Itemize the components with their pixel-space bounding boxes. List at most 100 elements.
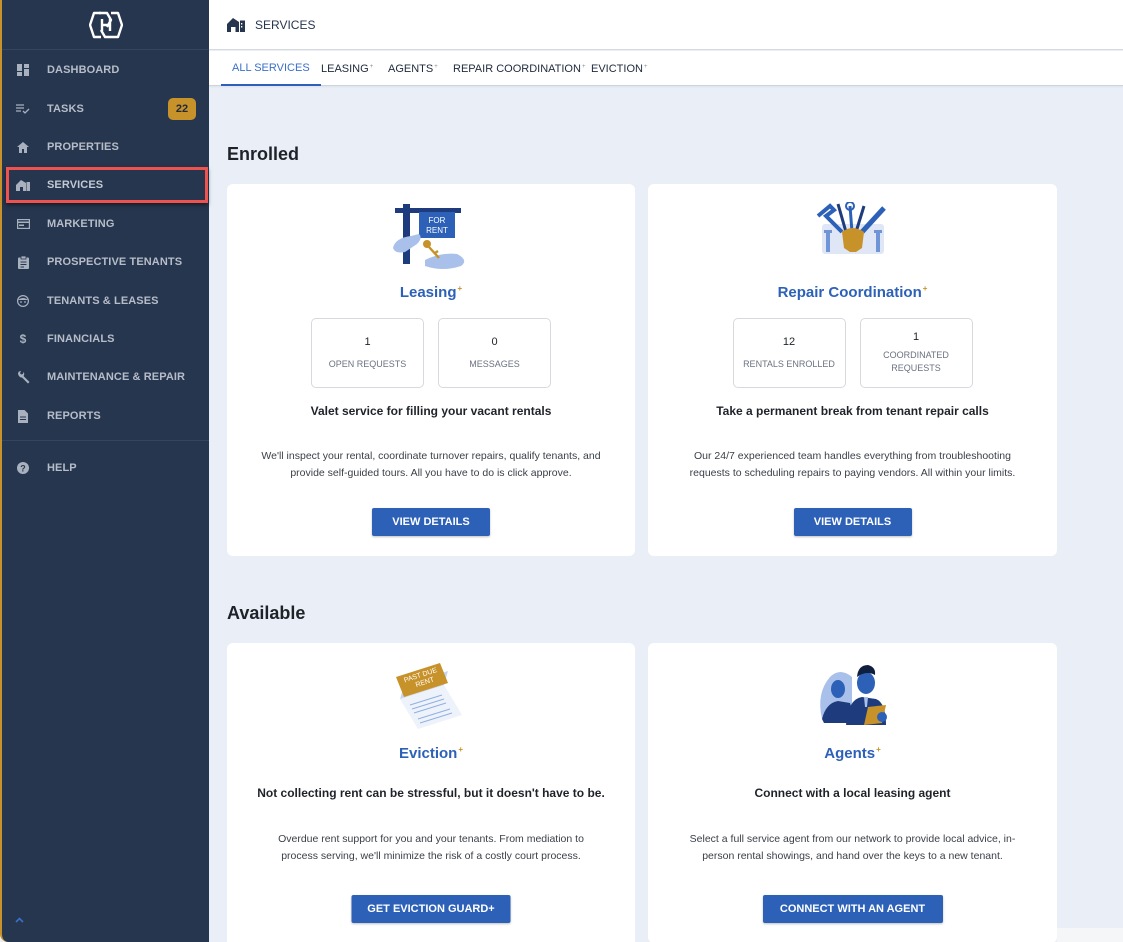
card-tagline: Not collecting rent can be stressful, bu… (257, 786, 605, 800)
marketing-icon (16, 217, 30, 231)
sidebar-item-label: PROSPECTIVE TENANTS (47, 256, 183, 268)
card-title[interactable]: Eviction+ (227, 745, 635, 762)
for-rent-sign-illustration: FOR RENT (393, 204, 465, 269)
tab-all-services[interactable]: ALL SERVICES (221, 51, 321, 86)
tasks-icon (16, 102, 30, 116)
sidebar-item-tenants-leases[interactable]: TENANTS & LEASES (2, 283, 209, 319)
sidebar-item-label: SERVICES (47, 179, 104, 191)
stat-label: MESSAGES (469, 358, 520, 369)
sidebar-item-properties[interactable]: PROPERTIES (2, 129, 209, 165)
plus-mark: + (581, 63, 586, 70)
plus-mark: + (922, 284, 928, 293)
card-title[interactable]: Agents+ (648, 745, 1057, 762)
card-title-text: Eviction (398, 745, 458, 762)
sidebar-item-label: PROPERTIES (47, 141, 119, 153)
stat-value: 12 (782, 335, 796, 348)
collapse-sidebar-chevron-up-icon[interactable] (15, 912, 24, 926)
stat-rentals-enrolled[interactable]: 12 RENTALS ENROLLED (732, 318, 846, 388)
plus-mark: + (434, 63, 438, 70)
tab-label: REPAIR COORDINATION (453, 62, 581, 75)
sidebar-divider (2, 440, 209, 441)
logo[interactable] (2, 0, 209, 50)
stat-messages[interactable]: 0 MESSAGES (438, 318, 551, 388)
tab-leasing[interactable]: LEASING + (321, 51, 373, 86)
card-tagline: Connect with a local leasing agent (754, 786, 951, 800)
card-tagline: Valet service for filling your vacant re… (310, 404, 552, 418)
stat-value: 0 (491, 335, 498, 348)
tenant-face-icon (16, 294, 30, 308)
stat-value: 1 (364, 335, 371, 348)
plus-mark: + (643, 63, 648, 70)
service-card-eviction: PAST DUE RENT Eviction+ Not collecting r… (227, 643, 635, 942)
sidebar-item-label: DASHBOARD (47, 64, 120, 76)
plus-mark: + (457, 284, 463, 293)
sidebar: DASHBOARD TASKS 22 PROPERTIES SERVICES M… (0, 0, 209, 942)
tab-label: EVICTION (591, 62, 643, 75)
page-bottom-strip (1057, 928, 1123, 942)
sidebar-item-services[interactable]: SERVICES (6, 167, 208, 203)
sidebar-item-maintenance-repair[interactable]: MAINTENANCE & REPAIR (2, 359, 209, 395)
dollar-icon: $ (19, 332, 27, 346)
tab-label: ALL SERVICES (232, 61, 310, 74)
stat-coordinated-requests[interactable]: 1 COORDINATED REQUESTS (859, 318, 973, 388)
card-title-text: Leasing (399, 284, 457, 301)
services-tabs: ALL SERVICES LEASING + AGENTS + REPAIR COO… (209, 51, 1123, 86)
plus-mark: + (369, 63, 374, 70)
tab-agents[interactable]: AGENTS + (388, 51, 438, 86)
sidebar-item-label: REPORTS (47, 410, 101, 422)
get-eviction-guard-button[interactable]: GET EVICTION GUARD+ (351, 895, 511, 923)
sidebar-item-label: MARKETING (47, 218, 115, 230)
stat-label: COORDINATED REQUESTS (883, 350, 949, 373)
section-title-available: Available (227, 603, 306, 623)
sidebar-item-label: MAINTENANCE & REPAIR (47, 371, 186, 383)
agents-illustration (819, 665, 887, 725)
dashboard-icon (16, 63, 30, 77)
tab-label: AGENTS (388, 62, 434, 75)
sidebar-item-dashboard[interactable]: DASHBOARD (2, 52, 209, 88)
stat-label: RENTALS ENROLLED (743, 358, 835, 369)
toolbox-illustration (816, 202, 886, 254)
sign-text-rent: RENT (426, 226, 448, 235)
page-header: SERVICES (209, 0, 1123, 50)
stat-open-requests[interactable]: 1 OPEN REQUESTS (311, 318, 424, 388)
sidebar-item-label: TASKS (47, 103, 84, 115)
tasks-count-badge: 22 (168, 98, 196, 120)
sidebar-item-label: HELP (47, 462, 77, 474)
past-due-rent-illustration: PAST DUE RENT (396, 663, 462, 729)
services-icon (16, 178, 30, 192)
page-title: SERVICES (255, 17, 316, 32)
plus-mark: + (876, 745, 881, 754)
home-icon (16, 140, 30, 154)
repair-view-details-button[interactable]: VIEW DETAILS (793, 508, 912, 536)
sidebar-item-marketing[interactable]: MARKETING (2, 206, 209, 242)
help-icon: ? (16, 461, 30, 475)
sidebar-item-financials[interactable]: $ FINANCIALS (2, 321, 209, 357)
card-description: We'll inspect your rental, coordinate tu… (261, 450, 601, 479)
service-card-agents: Agents+ Connect with a local leasing age… (648, 643, 1057, 942)
sign-text-for: FOR (429, 216, 446, 225)
service-card-leasing: FOR RENT Leasing+ 1 OPEN REQUESTS 0 MESS… (227, 184, 635, 556)
plus-mark: + (458, 745, 464, 754)
card-title[interactable]: Repair Coordination+ (648, 284, 1057, 301)
stats-row: 12 RENTALS ENROLLED 1 COORDINATED REQUES… (648, 318, 1057, 388)
leasing-view-details-button[interactable]: VIEW DETAILS (372, 508, 490, 536)
card-description: Overdue rent support for you and your te… (278, 833, 584, 862)
stat-value: 1 (912, 331, 920, 343)
card-title-text: Repair Coordination (777, 284, 922, 301)
sidebar-item-label: TENANTS & LEASES (47, 295, 159, 307)
sidebar-item-help[interactable]: ? HELP (2, 450, 209, 486)
tab-label: LEASING (321, 62, 369, 75)
sidebar-item-prospective-tenants[interactable]: PROSPECTIVE TENANTS (2, 244, 209, 280)
connect-with-agent-button[interactable]: CONNECT WITH AN AGENT (762, 895, 943, 923)
card-tagline: Take a permanent break from tenant repai… (716, 404, 989, 418)
wrench-icon (16, 370, 30, 384)
tab-repair-coordination[interactable]: REPAIR COORDINATION + (453, 51, 585, 86)
stats-row: 1 OPEN REQUESTS 0 MESSAGES (227, 318, 635, 388)
sidebar-item-reports[interactable]: REPORTS (2, 398, 209, 434)
card-title-text: Agents (824, 745, 876, 762)
card-title[interactable]: Leasing+ (227, 284, 635, 301)
service-card-repair-coordination: Repair Coordination+ 12 RENTALS ENROLLED… (648, 184, 1057, 556)
sidebar-item-tasks[interactable]: TASKS 22 (2, 91, 209, 127)
tab-eviction[interactable]: EVICTION + (591, 51, 647, 86)
hexagon-logo-icon (88, 11, 123, 38)
